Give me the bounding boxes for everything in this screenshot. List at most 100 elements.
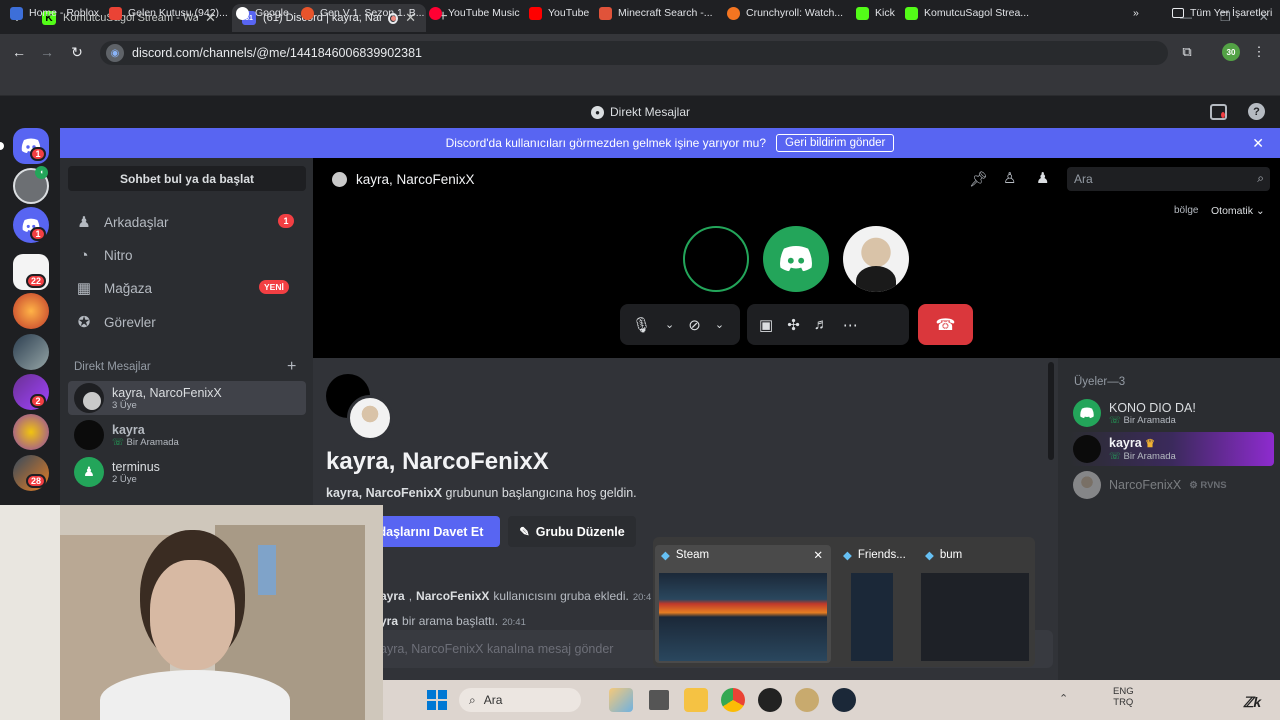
back-icon[interactable]: ← (10, 43, 28, 61)
participant-avatar-photo[interactable] (843, 226, 909, 292)
nav-label: Görevler (104, 314, 156, 330)
edit-group-button[interactable]: ✎ Grubu Düzenle (508, 516, 636, 547)
channel-header: kayra, NarcoFenixX (332, 172, 475, 187)
system-message-added: ayra, NarcoFenixX kullanıcısını gruba ek… (380, 589, 652, 603)
obs-icon[interactable] (758, 688, 782, 712)
chevron-down-icon[interactable]: ⌄ (715, 318, 724, 331)
member-item[interactable]: kayra ♛ ☏ Bir Aramada (1070, 432, 1274, 466)
welcome-group-name: kayra, NarcoFenixX (326, 486, 443, 500)
add-member-icon[interactable]: ♙ (1003, 169, 1016, 187)
participant-avatar-discord[interactable] (763, 226, 829, 292)
bookmark-label: Gen V 1. Sezon 1. B... (320, 7, 425, 19)
widgets-icon[interactable] (609, 688, 633, 712)
dm-sub: 2 Üye (112, 473, 137, 485)
dm-item-kayra[interactable]: kayra ☏ Bir Aramada (68, 418, 306, 452)
bookmark-crunchyroll[interactable]: Crunchyroll: Watch... (727, 5, 843, 21)
help-icon[interactable]: ? (1248, 103, 1265, 120)
bookmark-minecraft[interactable]: Minecraft Search -... (599, 5, 713, 21)
chrome-icon[interactable] (721, 688, 745, 712)
steam-icon: ◆ (661, 550, 670, 562)
dm-item-group[interactable]: kayra, NarcoFenixX 3 Üye (68, 381, 306, 415)
participant-avatar-speaking[interactable] (683, 226, 749, 292)
dm-item-terminus[interactable]: ♟ terminus 2 Üye (68, 455, 306, 489)
region-label: bölge (1174, 205, 1199, 216)
member-item[interactable]: KONO DIO DA! ☏ Bir Aramada (1070, 396, 1274, 430)
bookmark-gmail[interactable]: Gelen Kutusu (942)... (109, 5, 228, 21)
thumbnail-friends[interactable]: ◆ Friends... (837, 545, 907, 663)
bookmark-youtube[interactable]: YouTube (529, 5, 589, 21)
thumbnail-bum[interactable]: ◆ bum (919, 545, 1031, 663)
server-badge: 1 (30, 227, 46, 241)
windows-start-icon[interactable] (427, 690, 447, 710)
close-thumbnail-icon[interactable]: ✕ (813, 548, 823, 562)
region-select[interactable]: Otomatik ⌄ (1211, 205, 1265, 217)
close-banner-icon[interactable]: ✕ (1252, 135, 1264, 152)
disconnect-button[interactable]: ☎ (918, 304, 973, 345)
chat-scrollbar[interactable] (1048, 362, 1054, 460)
menu-icon[interactable]: ⋮ (1252, 43, 1266, 61)
site-info-icon[interactable]: ◉ (106, 44, 124, 62)
group-avatar-icon (332, 172, 347, 187)
create-dm-icon[interactable]: + (287, 358, 296, 376)
nav-friends[interactable]: ♟ Arkadaşlar 1 (68, 207, 306, 237)
league-icon[interactable] (795, 688, 819, 712)
nav-label: Nitro (104, 247, 133, 263)
taskbar-search[interactable]: ⌕ Ara (459, 688, 581, 712)
tray-chevron-icon[interactable]: ⌃ (1059, 692, 1068, 705)
nav-nitro[interactable]: ◔ Nitro (68, 240, 306, 270)
server-icon-anime[interactable] (13, 334, 49, 370)
pin-icon[interactable]: 📌︎ (969, 170, 988, 188)
friends-preview (851, 573, 893, 661)
bum-preview (921, 573, 1029, 661)
server-badge: 2 (30, 394, 46, 408)
extensions-icon[interactable]: ⧉ (1178, 43, 1196, 61)
camera-off-icon[interactable]: ⊘ (688, 316, 701, 334)
bookmark-genv[interactable]: Gen V 1. Sezon 1. B... (301, 5, 424, 21)
search-input[interactable]: Ara ⌕ (1067, 167, 1270, 191)
server-icon-fire[interactable] (13, 293, 49, 329)
member-name: kayra (1109, 436, 1142, 450)
bookmark-label: YouTube Music (448, 7, 520, 19)
language-indicator[interactable]: ENG TRQ (1113, 686, 1134, 708)
friends-icon: ♟ (77, 214, 91, 231)
watermark-logo: ℤk (1243, 694, 1262, 710)
more-bookmarks-icon[interactable]: » (1133, 5, 1139, 21)
discord-logo-icon (1080, 407, 1094, 419)
server-icon-art[interactable] (13, 414, 49, 450)
chevron-down-icon[interactable]: ⌄ (665, 318, 674, 331)
feedback-button[interactable]: Geri bildirim gönder (776, 134, 895, 152)
nav-quests[interactable]: ✪ Görevler (68, 307, 306, 337)
inbox-icon[interactable] (1210, 104, 1227, 120)
group-avatar (74, 383, 104, 413)
group-title: kayra, NarcoFenixX (326, 448, 549, 475)
file-explorer-icon[interactable] (684, 688, 708, 712)
soundboard-icon[interactable]: ♬ (814, 316, 829, 333)
nav-store[interactable]: ▦ Mağaza YENİ (68, 273, 306, 303)
member-item[interactable]: NarcoFenixX ⚙ RVNS (1070, 468, 1274, 502)
more-options-icon[interactable]: ⋯ (843, 316, 858, 334)
activities-icon[interactable]: ✣ (787, 316, 800, 334)
search-placeholder: Ara (1074, 172, 1093, 186)
message-timestamp: 20:4 (632, 592, 652, 603)
bookmark-google[interactable]: Google (236, 5, 289, 21)
bookmark-youtube-music[interactable]: YouTube Music (429, 5, 520, 21)
address-bar[interactable]: ◉ discord.com/channels/@me/1441846006839… (100, 41, 1168, 65)
bookmark-roblox[interactable]: Home - Roblox (10, 5, 99, 21)
microphone-icon[interactable]: 🎙︎ (632, 316, 651, 334)
thumbnail-title: Friends... (857, 549, 906, 561)
members-toggle-icon[interactable]: ♟ (1036, 169, 1049, 187)
task-view-icon[interactable] (647, 688, 671, 712)
thumbnail-steam[interactable]: ◆ Steam ✕ (655, 545, 831, 663)
steam-taskbar-icon[interactable] (832, 688, 856, 712)
all-bookmarks[interactable]: Tüm Yer İşaretleri (1172, 5, 1272, 21)
screen-share-icon[interactable]: ▣ (759, 316, 773, 334)
youtube-icon (529, 6, 542, 20)
bookmark-komutcusagol[interactable]: KomutcuSagol Strea... (905, 5, 1029, 21)
find-conversation-button[interactable]: Sohbet bul ya da başlat (68, 166, 306, 191)
profile-avatar[interactable]: 30 (1222, 43, 1240, 61)
bookmark-kick[interactable]: Kick (856, 5, 895, 21)
forward-icon[interactable]: → (38, 43, 56, 61)
reload-icon[interactable]: ↻ (68, 43, 86, 61)
call-controls-actions: ▣ ✣ ♬ ⋯ (747, 304, 909, 345)
members-header: Üyeler—3 (1074, 376, 1126, 388)
